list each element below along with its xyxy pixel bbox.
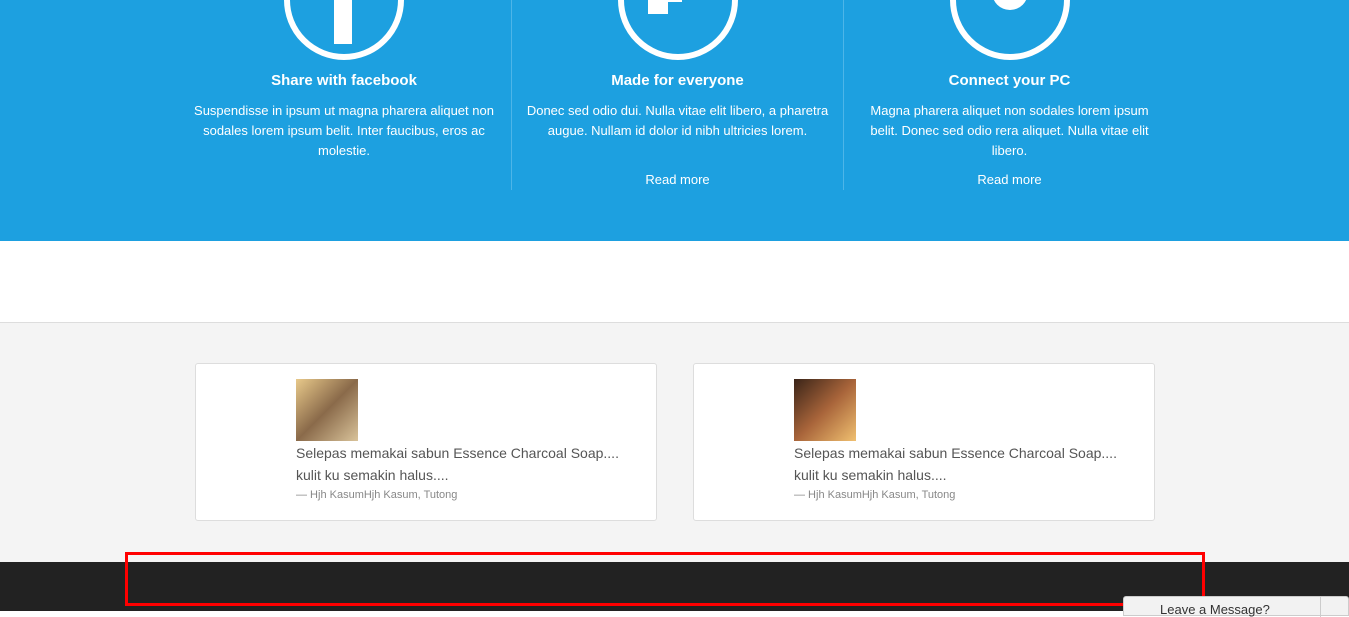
feature-text: Magna pharera aliquet non sodales lorem … [870, 103, 1149, 158]
feature-facebook: Share with facebook Suspendisse in ipsum… [178, 0, 510, 190]
feature-text: Donec sed odio dui. Nulla vitae elit lib… [526, 103, 829, 138]
feature-title: Connect your PC [948, 72, 1071, 89]
testimonial-quote: Selepas memakai sabun Essence Charcoal S… [794, 445, 1117, 483]
feature-title: Share with facebook [271, 72, 417, 89]
testimonial-author: — Hjh KasumHjh Kasum, Tutong [296, 489, 458, 501]
features-section: Share with facebook Suspendisse in ipsum… [0, 0, 1349, 241]
feature-connect-pc: Connect your PC Magna pharera aliquet no… [843, 0, 1175, 190]
avatar [296, 379, 358, 441]
facebook-icon [284, 0, 404, 60]
plug-icon [617, 0, 738, 60]
read-more-link[interactable]: Read more [512, 172, 843, 187]
expand-arrow-icon[interactable] [1320, 597, 1348, 617]
avatar [794, 379, 856, 441]
spacer-section [0, 241, 1349, 323]
leave-message-widget[interactable]: Leave a Message? [1123, 596, 1349, 617]
feature-title: Made for everyone [611, 72, 744, 89]
feature-everyone: Made for everyone Donec sed odio dui. Nu… [511, 0, 843, 190]
testimonial-quote: Selepas memakai sabun Essence Charcoal S… [296, 445, 619, 483]
testimonial-card: Selepas memakai sabun Essence Charcoal S… [195, 363, 657, 521]
testimonial-author: — Hjh KasumHjh Kasum, Tutong [794, 489, 956, 501]
chat-label: Leave a Message? [1160, 602, 1270, 617]
gear-icon [949, 0, 1070, 60]
read-more-link[interactable]: Read more [844, 172, 1175, 187]
highlight-box [125, 552, 1205, 606]
feature-text: Suspendisse in ipsum ut magna pharera al… [194, 103, 494, 158]
testimonial-card: Selepas memakai sabun Essence Charcoal S… [693, 363, 1155, 521]
